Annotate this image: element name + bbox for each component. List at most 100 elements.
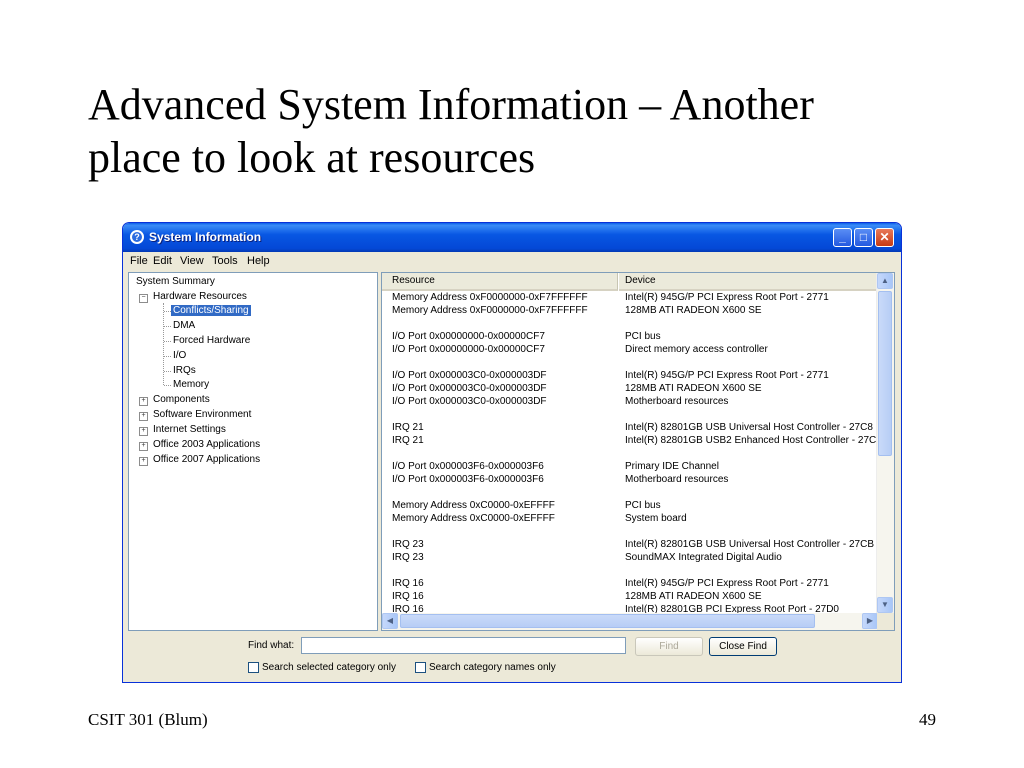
tree-item-hardware-resources[interactable]: Hardware Resources <box>153 291 247 302</box>
resource-cell: I/O Port 0x00000000-0x00000CF7 <box>392 331 545 342</box>
resource-cell: IRQ 23 <box>392 552 424 563</box>
vertical-scrollbar[interactable]: ▲ ▼ <box>876 273 894 614</box>
tree-item-io[interactable]: I/O <box>173 350 186 361</box>
tree-item-conflicts-sharing[interactable]: Conflicts/Sharing <box>171 305 251 316</box>
menu-help[interactable]: Help <box>247 255 270 267</box>
tree-item-components[interactable]: Components <box>153 394 210 405</box>
device-cell: Intel(R) 945G/P PCI Express Root Port - … <box>625 292 829 303</box>
slide-title: Advanced System Information – Another pl… <box>88 78 968 184</box>
device-cell: 128MB ATI RADEON X600 SE <box>625 591 762 602</box>
device-cell: System board <box>625 513 687 524</box>
find-input[interactable] <box>301 637 626 654</box>
close-icon[interactable]: ✕ <box>875 228 894 247</box>
tree-connector <box>164 311 171 312</box>
device-cell: SoundMAX Integrated Digital Audio <box>625 552 782 563</box>
tree-item-memory[interactable]: Memory <box>173 379 209 390</box>
horizontal-scroll-thumb[interactable] <box>400 614 815 628</box>
tree-item-internet-settings[interactable]: Internet Settings <box>153 424 226 435</box>
menu-bar: File Edit View Tools Help <box>123 252 901 271</box>
device-cell: PCI bus <box>625 331 661 342</box>
resource-cell: IRQ 16 <box>392 578 424 589</box>
vertical-scroll-thumb[interactable] <box>878 291 892 456</box>
scroll-up-icon[interactable]: ▲ <box>877 273 893 289</box>
maximize-icon[interactable]: □ <box>854 228 873 247</box>
scrollbar-corner <box>877 613 894 630</box>
menu-file[interactable]: File <box>130 255 148 267</box>
menu-edit[interactable]: Edit <box>153 255 172 267</box>
slide-title-line1: Advanced System Information – Another <box>88 80 814 129</box>
resource-cell: I/O Port 0x000003C0-0x000003DF <box>392 370 547 381</box>
scroll-right-icon[interactable]: ▶ <box>862 613 878 629</box>
plus-box-icon[interactable]: + <box>139 412 148 421</box>
footer-course: CSIT 301 (Blum) <box>88 710 208 729</box>
plus-box-icon[interactable]: + <box>139 442 148 451</box>
resource-cell: Memory Address 0xF0000000-0xF7FFFFFF <box>392 305 588 316</box>
resource-cell: I/O Port 0x000003C0-0x000003DF <box>392 396 547 407</box>
tree-connector <box>164 341 171 342</box>
category-tree: System Summary − Hardware Resources Conf… <box>128 272 378 631</box>
resource-cell: IRQ 16 <box>392 591 424 602</box>
resource-table: Resource Device Memory Address 0xF000000… <box>381 272 895 631</box>
close-find-button[interactable]: Close Find <box>709 637 777 656</box>
device-cell: Motherboard resources <box>625 396 729 407</box>
find-label: Find what: <box>248 640 295 651</box>
search-selected-category-label: Search selected category only <box>262 662 396 674</box>
tree-item-irqs[interactable]: IRQs <box>173 365 196 376</box>
search-category-names-label: Search category names only <box>429 662 556 674</box>
device-cell: Primary IDE Channel <box>625 461 719 472</box>
tree-connector <box>164 371 171 372</box>
plus-box-icon[interactable]: + <box>139 397 148 406</box>
tree-item-software-environment[interactable]: Software Environment <box>153 409 251 420</box>
column-header-device[interactable]: Device <box>619 273 877 291</box>
device-cell: 128MB ATI RADEON X600 SE <box>625 305 762 316</box>
resource-cell: I/O Port 0x00000000-0x00000CF7 <box>392 344 545 355</box>
help-circle-icon: ? <box>130 230 144 244</box>
resource-cell: I/O Port 0x000003F6-0x000003F6 <box>392 461 544 472</box>
search-selected-category-checkbox[interactable]: Search selected category only <box>248 662 396 673</box>
minimize-icon[interactable]: _ <box>833 228 852 247</box>
slide-title-line2: place to look at resources <box>88 133 536 182</box>
device-cell: Intel(R) 82801GB USB2 Enhanced Host Cont… <box>625 435 884 446</box>
column-header-resource[interactable]: Resource <box>382 273 618 291</box>
tree-item-office-2007[interactable]: Office 2007 Applications <box>153 454 260 465</box>
scroll-left-icon[interactable]: ◀ <box>382 613 398 629</box>
checkbox-box[interactable] <box>248 662 259 673</box>
resource-cell: IRQ 23 <box>392 539 424 550</box>
title-bar[interactable]: ? System Information _ □ ✕ <box>123 223 901 252</box>
resource-cell: IRQ 21 <box>392 435 424 446</box>
device-cell: Intel(R) 945G/P PCI Express Root Port - … <box>625 578 829 589</box>
menu-view[interactable]: View <box>180 255 204 267</box>
resource-cell: I/O Port 0x000003F6-0x000003F6 <box>392 474 544 485</box>
resource-cell: Memory Address 0xC0000-0xEFFFF <box>392 500 555 511</box>
tree-connector <box>164 385 171 386</box>
device-cell: Intel(R) 82801GB USB Universal Host Cont… <box>625 539 874 550</box>
plus-box-icon[interactable]: + <box>139 457 148 466</box>
footer-page-number: 49 <box>919 710 936 729</box>
horizontal-scrollbar[interactable]: ◀ ▶ <box>382 613 879 630</box>
device-cell: Motherboard resources <box>625 474 729 485</box>
tree-item-forced-hardware[interactable]: Forced Hardware <box>173 335 250 346</box>
resource-cell: I/O Port 0x000003C0-0x000003DF <box>392 383 547 394</box>
tree-connector <box>164 326 171 327</box>
resource-cell: Memory Address 0xC0000-0xEFFFF <box>392 513 555 524</box>
tree-item-system-summary[interactable]: System Summary <box>136 276 215 287</box>
device-cell: Intel(R) 82801GB USB Universal Host Cont… <box>625 422 873 433</box>
plus-box-icon[interactable]: + <box>139 427 148 436</box>
window-title: System Information <box>149 230 262 244</box>
system-information-window: ? System Information _ □ ✕ File Edit Vie… <box>122 222 902 683</box>
tree-connector <box>164 356 171 357</box>
tree-item-dma[interactable]: DMA <box>173 320 195 331</box>
tree-connector <box>163 303 164 385</box>
resource-cell: IRQ 21 <box>392 422 424 433</box>
tree-item-office-2003[interactable]: Office 2003 Applications <box>153 439 260 450</box>
find-button[interactable]: Find <box>635 637 703 656</box>
resource-cell: Memory Address 0xF0000000-0xF7FFFFFF <box>392 292 588 303</box>
search-category-names-checkbox[interactable]: Search category names only <box>415 662 556 673</box>
minus-box-icon[interactable]: − <box>139 294 148 303</box>
device-cell: Intel(R) 945G/P PCI Express Root Port - … <box>625 370 829 381</box>
checkbox-box[interactable] <box>415 662 426 673</box>
device-cell: Direct memory access controller <box>625 344 768 355</box>
device-cell: 128MB ATI RADEON X600 SE <box>625 383 762 394</box>
scroll-down-icon[interactable]: ▼ <box>877 597 893 613</box>
menu-tools[interactable]: Tools <box>212 255 238 267</box>
